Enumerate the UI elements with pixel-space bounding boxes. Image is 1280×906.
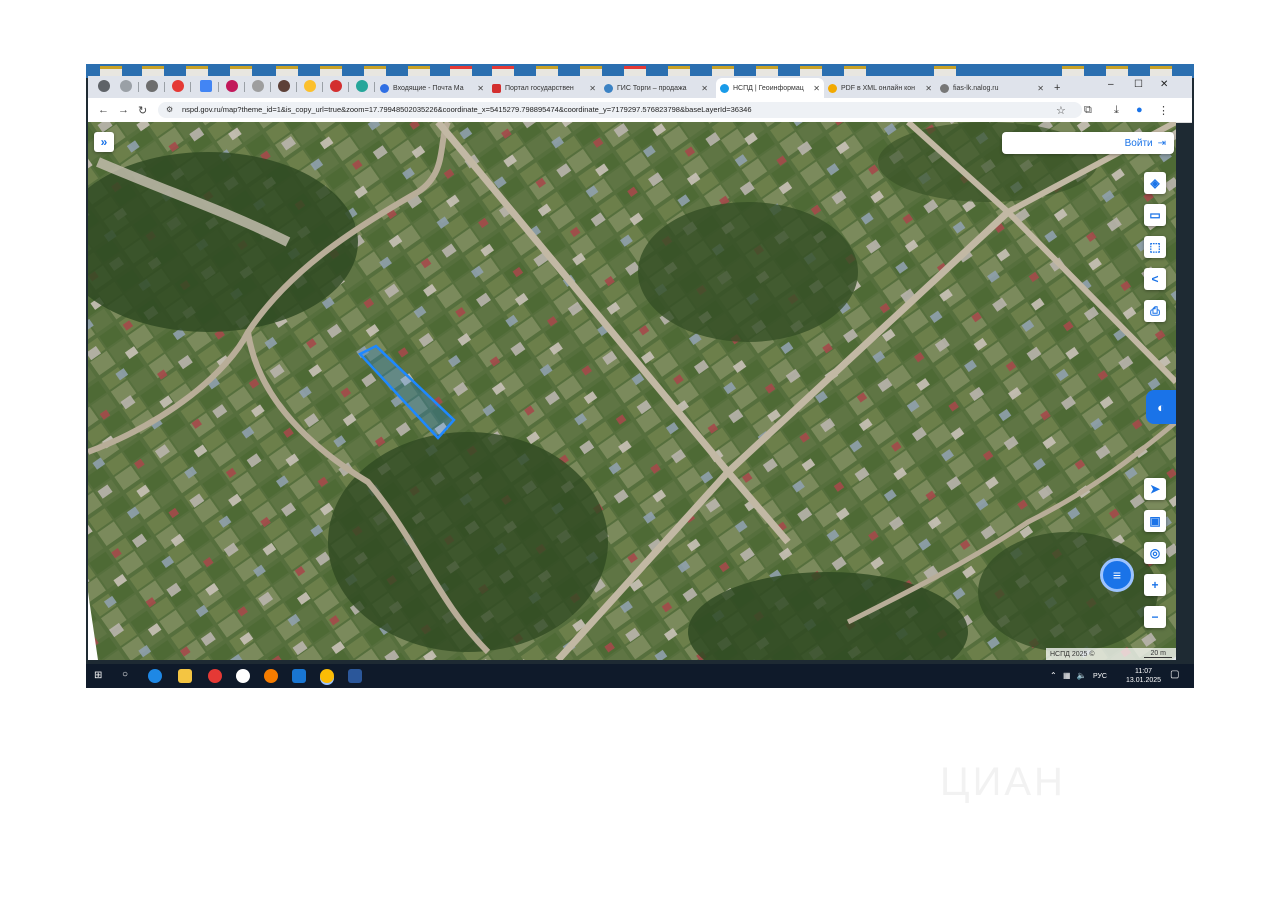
pinned-tab-icon[interactable]: [172, 80, 184, 92]
tab-label: НСПД | Геоинформац: [733, 84, 804, 92]
tab-favicon: [940, 83, 949, 93]
login-label: Войти: [1124, 137, 1153, 149]
app-icon[interactable]: [292, 669, 306, 683]
zoom-out-button[interactable]: −: [1144, 606, 1166, 628]
chat-icon: ≡: [1112, 567, 1122, 583]
taskbar: ⊞ ○ ⌃ ▦ 🔈 РУС 11:07 13.01.2025 ▢: [86, 664, 1194, 688]
tab-gosuslugi[interactable]: Портал государствен ✕: [492, 78, 600, 98]
tab-favicon: [720, 83, 729, 93]
tab-torgi[interactable]: ГИС Торги – продажа ✕: [604, 78, 712, 98]
tab-nspd[interactable]: НСПД | Геоинформац ✕: [716, 78, 824, 98]
tab-label: Входящие - Почта Ма: [393, 84, 464, 92]
satellite-map[interactable]: » Войти ⇥ ◈ ▭ ⬚ < ⎙ ◐ ➤ ▣ ◎ + − ≡ НСПД 2…: [88, 122, 1176, 660]
network-icon[interactable]: ▦: [1063, 671, 1071, 680]
tab-favicon: [828, 83, 837, 93]
share-icon[interactable]: <: [1144, 268, 1166, 290]
tab-fias[interactable]: fias-lk.nalog.ru ✕: [940, 78, 1048, 98]
clock-date: 13.01.2025: [1126, 677, 1162, 684]
login-icon: ⇥: [1157, 137, 1166, 149]
login-button[interactable]: Войти ⇥: [1002, 132, 1174, 154]
select-area-icon[interactable]: ⬚: [1144, 236, 1166, 258]
chevron-up-icon[interactable]: ⌃: [1050, 671, 1057, 680]
notifications-icon[interactable]: ▢: [1170, 669, 1179, 680]
word-icon[interactable]: [348, 669, 362, 683]
tab-mail[interactable]: Входящие - Почта Ма ✕: [380, 78, 488, 98]
back-icon[interactable]: ←: [98, 104, 109, 116]
tab-label: fias-lk.nalog.ru: [953, 84, 999, 92]
tab-label: Портал государствен: [505, 84, 574, 92]
watermark: ЦИАН: [940, 760, 1066, 805]
zoom-in-label: +: [1151, 578, 1159, 592]
pinned-tab-icon[interactable]: [252, 80, 264, 92]
pinned-tab-icon[interactable]: [146, 80, 158, 92]
minimap-icon[interactable]: ▣: [1144, 510, 1166, 532]
language-indicator[interactable]: РУС: [1093, 673, 1107, 680]
tab-close-icon[interactable]: ✕: [925, 84, 932, 93]
edge-icon[interactable]: [148, 669, 162, 683]
tab-label: PDF в XML онлайн кон: [841, 84, 916, 92]
zoom-in-button[interactable]: +: [1144, 574, 1166, 596]
pinned-tab-icon[interactable]: [200, 80, 212, 92]
volume-icon[interactable]: 🔈: [1077, 671, 1087, 680]
scale-bar: 20 m: [1144, 650, 1172, 658]
tab-label: ГИС Торги – продажа: [617, 84, 687, 92]
clock-time: 11:07: [1135, 668, 1153, 675]
tab-close-icon[interactable]: ✕: [477, 84, 484, 93]
profile-icon[interactable]: ●: [1136, 104, 1143, 116]
new-tab-label: +: [1054, 82, 1061, 94]
download-icon[interactable]: ⤓: [1114, 104, 1119, 117]
address-bar[interactable]: nspd.gov.ru/map?theme_id=1&is_copy_url=t…: [158, 102, 1082, 118]
close-window-icon[interactable]: ✕: [1160, 79, 1168, 90]
zoom-out-label: −: [1151, 610, 1159, 624]
app-icon[interactable]: [236, 669, 250, 683]
clock[interactable]: 11:07 13.01.2025: [1126, 667, 1161, 685]
geolocation-icon[interactable]: ◎: [1144, 542, 1166, 564]
extensions-icon[interactable]: ⧉: [1084, 104, 1092, 117]
pinned-tab-icon[interactable]: [304, 80, 316, 92]
opera-icon[interactable]: [208, 669, 222, 683]
map-attribution: НСПД 2025 © 20 m: [1046, 648, 1176, 660]
maximize-icon[interactable]: ☐: [1134, 79, 1143, 90]
pinned-tab-icon[interactable]: [120, 80, 132, 92]
layers-icon[interactable]: ◈: [1144, 172, 1166, 194]
tab-close-icon[interactable]: ✕: [1037, 84, 1044, 93]
tab-pdf-xml[interactable]: PDF в XML онлайн кон ✕: [828, 78, 936, 98]
minimize-icon[interactable]: –: [1108, 79, 1114, 90]
locate-icon[interactable]: ➤: [1144, 478, 1166, 500]
search-icon[interactable]: ○: [122, 669, 128, 680]
tab-close-icon[interactable]: ✕: [813, 84, 820, 93]
tab-close-icon[interactable]: ✕: [589, 84, 596, 93]
system-tray: ⌃ ▦ 🔈 РУС: [1050, 671, 1107, 680]
pinned-tab-icon[interactable]: [330, 80, 342, 92]
map-imagery: [88, 122, 1176, 660]
copyright-text: НСПД 2025 ©: [1050, 650, 1095, 658]
tab-favicon: [380, 83, 389, 93]
yandex-icon[interactable]: [264, 669, 278, 683]
tab-favicon: [604, 83, 613, 93]
bookmark-star-icon[interactable]: ☆: [1056, 104, 1066, 117]
print-icon[interactable]: ⎙: [1144, 300, 1166, 322]
menu-icon[interactable]: ⋮: [1158, 104, 1169, 117]
pinned-tab-icon[interactable]: [356, 80, 368, 92]
expand-panel-button[interactable]: »: [94, 132, 114, 152]
windows-start-icon[interactable]: ⊞: [94, 670, 102, 681]
tab-favicon: [492, 83, 501, 93]
pinned-tab-icon[interactable]: [278, 80, 290, 92]
navigation-bar: ← → ↻ nspd.gov.ru/map?theme_id=1&is_copy…: [88, 98, 1192, 123]
chat-button[interactable]: ≡: [1100, 558, 1134, 592]
tab-search-icon[interactable]: [98, 80, 110, 92]
chrome-icon[interactable]: [320, 669, 334, 683]
pinned-tab-icon[interactable]: [226, 80, 238, 92]
tab-bar: Входящие - Почта Ма ✕ Портал государстве…: [88, 76, 1192, 98]
ruler-icon[interactable]: ▭: [1144, 204, 1166, 226]
site-info-icon[interactable]: ⚙: [166, 105, 173, 114]
nspd-assistant-icon[interactable]: ◐: [1146, 390, 1176, 424]
forward-icon[interactable]: →: [118, 104, 129, 116]
new-tab-button[interactable]: +: [1054, 78, 1070, 98]
reload-icon[interactable]: ↻: [138, 104, 147, 117]
screenshot-frame: Входящие - Почта Ма ✕ Портал государстве…: [86, 64, 1194, 688]
watermark-text: ЦИАН: [940, 760, 1066, 804]
tab-close-icon[interactable]: ✕: [701, 84, 708, 93]
explorer-icon[interactable]: [178, 669, 192, 683]
